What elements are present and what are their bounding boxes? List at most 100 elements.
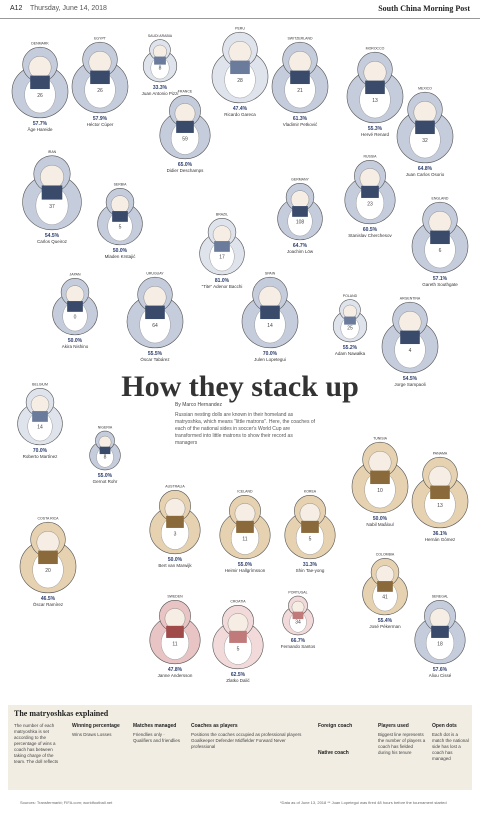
coach-face [290,190,310,209]
coach-face [429,608,451,629]
matryoshka-grid: DENMARK2657.7%Åge HareideEGYPT2657.9%Héc… [11,26,469,683]
coach-suit [166,625,184,638]
matryoshka-panama: PANAMA1336.1%Hernán Gómez [411,451,469,542]
team-label: PERU [235,26,245,30]
coach-face [428,211,452,234]
coach-suit [365,80,385,95]
coach-suit [292,611,304,620]
sources-footer: Sources: Transfermarkt; FIFA.com; worldf… [20,800,113,805]
matryoshka-denmark: DENMARK2657.7%Åge Hareide [11,41,69,132]
coach-suit [290,70,310,85]
coach-name: Janne Andersson [158,673,193,678]
matches-count: 23 [367,201,373,207]
legend-winning-title: Winning percentage [72,723,120,729]
team-label: SPAIN [265,271,276,275]
matryoshka-iran: IRAN3754.5%Carlos Queiroz [22,150,82,244]
team-label: CROATIA [230,600,246,604]
coach-name: Mladen Krstajić [105,254,137,259]
team-label: SERBIA [114,183,128,187]
team-label: SWEDEN [167,595,183,599]
matryoshka-brazil: BRAZIL1781.0%"Tite" Adenor Bacchi [199,213,245,289]
coach-name: Fernando Santos [281,644,316,649]
legend-players: Coaches as players Positions the coaches … [191,723,311,750]
matches-count: 28 [237,78,243,84]
coach-face [228,41,252,64]
coach-suit [229,630,247,643]
page-header: A12 Thursday, June 14, 2018 South China … [0,0,480,19]
team-label: AUSTRALIA [165,485,185,489]
coach-name: Julen Lopetegui [254,357,286,362]
coach-name: Aliou Cissé [429,673,452,678]
team-label: ENGLAND [432,196,449,200]
matches-count: 34 [295,620,301,626]
coach-name: Carlos Queiroz [37,239,68,244]
team-label: MOROCCO [366,46,385,50]
matches-count: 64 [152,323,158,329]
matryoshka-korea: KOREA531.3%Shin Tae-yong [284,490,336,573]
coach-face [28,56,52,79]
coach-face [98,435,112,449]
coach-name: Héctor Cúper [87,122,114,127]
coach-face [110,195,130,214]
team-label: PANAMA [433,451,448,455]
coach-face [164,498,186,519]
matryoshka-france: FRANCE5965.0%Didier Deschamps [159,90,211,173]
matryoshka-morocco: MOROCCO1355.3%Hervé Renard [346,46,404,137]
team-label: RUSSIA [363,155,377,159]
matryoshka-germany: GERMANY10864.7%Joachim Löw [277,178,323,254]
team-label: FRANCE [178,90,193,94]
matches-count: 4 [409,348,412,354]
coach-suit [370,470,390,485]
coach-face [299,503,321,524]
coach-name: Zlatko Dalić [226,678,250,683]
coach-suit [431,625,449,638]
legend-foreign-title: Foreign coach [318,723,353,729]
matryoshka-saudi-arabia: SAUDI ARABIA833.3%Juan Antonio Pizzi [142,34,179,96]
matches-count: 37 [49,204,55,210]
matryoshka-england: ENGLAND657.1%Gareth Southgate [411,196,469,287]
coach-suit [361,185,379,198]
team-label: TUNISIA [373,436,387,440]
matryoshka-mexico: MEXICO3264.8%Juan Carlos Osorio [396,86,454,177]
coach-name: Hervé Renard [361,132,390,137]
team-label: COSTA RICA [38,516,60,520]
coach-face [153,44,167,59]
matches-count: 5 [237,646,240,652]
legend-native-title: Native coach [318,749,349,756]
page-date: Thursday, June 14, 2018 [30,5,107,12]
matches-count: 3 [174,531,177,537]
legend-used: Players used Biggest line represents the … [378,723,426,756]
legend-players-text: Positions the coaches occupied as profes… [191,731,302,737]
matryoshka-portugal: PORTUGAL3466.7%Fernando Santos [281,591,316,649]
coach-suit [400,330,420,345]
page: { "header": {"page": "A12", "date": "Thu… [0,0,480,814]
coach-face [234,503,256,524]
matryoshka-costa-rica: COSTA RICA2046.5%Óscar Ramírez [19,516,77,607]
matches-count: 32 [422,138,428,144]
coach-face [291,600,305,614]
coach-name: Óscar Ramírez [33,601,64,607]
coach-suit [301,520,319,533]
legend-panel: The matryoshkas explained The number of … [8,705,472,790]
team-label: COLOMBIA [376,553,395,557]
coach-name: Heimir Hallgrímsson [225,568,266,573]
team-label: PORTUGAL [288,591,307,595]
matryoshka-sweden: SWEDEN1147.8%Janne Andersson [149,595,201,678]
notes-footer: *Data as of June 13, 2018 ** Juan Lopete… [280,800,447,805]
coach-suit [230,60,250,75]
coach-suit [176,120,194,133]
matches-count: 13 [437,503,443,509]
coach-name: Bert van Marwijk [158,563,192,568]
coach-name: Stanislav Cherchesov [348,233,392,238]
coach-face [363,61,387,84]
matches-count: 13 [372,98,378,104]
matches-count: 6 [439,248,442,254]
coach-face [88,51,112,74]
matryoshka-switzerland: SWITZERLAND2161.3%Vladimir Petković [271,36,329,127]
coach-name: Nabil Maâloul [366,522,393,527]
coach-suit [236,520,254,533]
matryoshka-uruguay: URUGUAY6455.5%Óscar Tabárez [126,271,184,362]
legend-foreign: Foreign coach Native coach [318,723,368,759]
matches-count: 26 [37,93,43,99]
coach-name: Åge Hareide [27,126,53,132]
